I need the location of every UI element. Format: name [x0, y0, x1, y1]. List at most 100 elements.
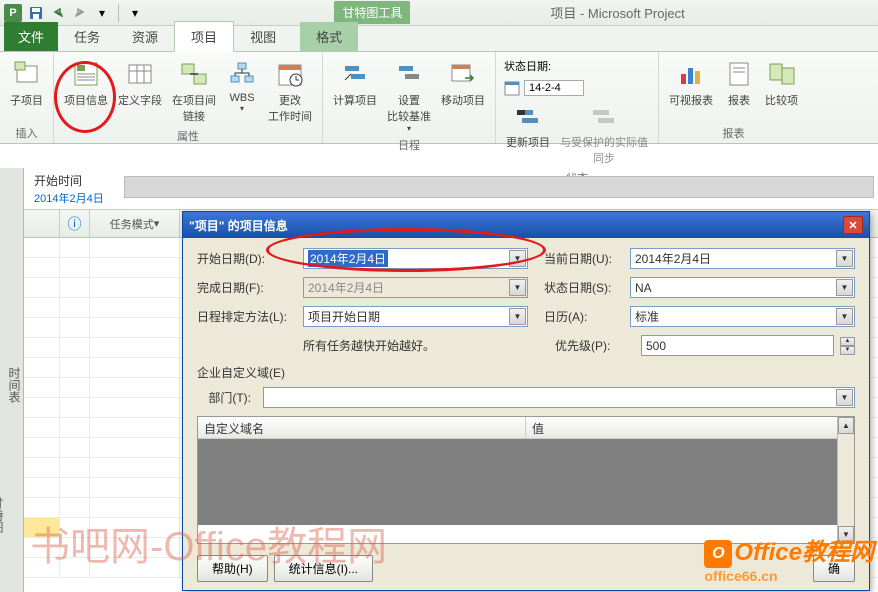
- move-icon: [447, 58, 479, 90]
- schedule-from-label: 日程排定方法(L):: [197, 308, 297, 325]
- group-status: 状态日期: 更新项目 与受保护的实际值 同步 状态: [496, 52, 659, 143]
- status-date-label: 状态日期:: [504, 58, 551, 74]
- watermark-text: 书吧网-Office教程网: [30, 514, 387, 572]
- finish-date-dropdown: 2014年2月4日▼: [303, 277, 528, 298]
- report-button[interactable]: 报表: [719, 56, 759, 110]
- status-date-field[interactable]: [524, 80, 584, 96]
- priority-label: 优先级(P):: [555, 337, 635, 354]
- scroll-up-icon[interactable]: ▲: [838, 417, 854, 434]
- watermark-icon: O: [704, 540, 732, 568]
- tab-project[interactable]: 项目: [174, 21, 234, 52]
- timeline-start-label: 开始时间: [34, 172, 82, 189]
- close-button[interactable]: ✕: [843, 216, 863, 234]
- chart-icon: [675, 58, 707, 90]
- dialog-titlebar[interactable]: "项目" 的项目信息 ✕: [183, 212, 869, 238]
- start-date-label: 开始日期(D):: [197, 250, 297, 267]
- sidebar-gantt-label: 甘特图: [0, 438, 6, 592]
- links-icon: [178, 58, 210, 90]
- dialog-title: "项目" 的项目信息: [189, 217, 288, 234]
- dropdown-arrow-icon[interactable]: ▼: [836, 279, 853, 296]
- links-button[interactable]: 在项目间 链接: [168, 56, 220, 126]
- status-date-dropdown[interactable]: NA▼: [630, 277, 855, 298]
- view-sidebar: 时间表 甘特图: [0, 168, 24, 592]
- dropdown-arrow-icon[interactable]: ▼: [836, 389, 853, 406]
- group-insert-label: 插入: [6, 123, 47, 143]
- compare-icon: [766, 58, 798, 90]
- group-insert: 子项目 插入: [0, 52, 54, 143]
- dept-dropdown[interactable]: ▼: [263, 387, 855, 408]
- qat-dropdown-icon[interactable]: ▾: [92, 3, 112, 23]
- dropdown-arrow-icon[interactable]: ▼: [836, 250, 853, 267]
- row-number-header: [24, 210, 60, 237]
- ribbon-tabs: 文件 任务 资源 项目 视图 格式: [0, 26, 878, 52]
- update-icon: [512, 100, 544, 132]
- group-schedule-label: 日程: [329, 135, 489, 155]
- subproject-button[interactable]: 子项目: [6, 56, 47, 110]
- calendar-small-icon: [504, 80, 520, 96]
- col-field-name: 自定义域名: [198, 417, 526, 438]
- dropdown-arrow-icon[interactable]: ▼: [836, 308, 853, 325]
- baseline-icon: [393, 58, 425, 90]
- dropdown-arrow-icon: ▼: [509, 279, 526, 296]
- watermark-logo: OOffice教程网 office66.cn: [704, 532, 874, 584]
- redo-icon[interactable]: [70, 3, 90, 23]
- quick-access-toolbar: ▾ ▾: [26, 3, 145, 23]
- table-scrollbar[interactable]: ▲ ▼: [837, 417, 854, 543]
- tab-format[interactable]: 格式: [300, 22, 358, 51]
- sidebar-timeline-label: 时间表: [6, 178, 23, 592]
- baseline-button[interactable]: 设置 比较基准▾: [383, 56, 435, 135]
- tab-task[interactable]: 任务: [58, 22, 116, 51]
- app-icon: P: [4, 4, 22, 22]
- calendar-label: 日历(A):: [544, 308, 624, 325]
- report-icon: [723, 58, 755, 90]
- col-value: 值: [526, 417, 854, 438]
- contextual-tab-label: 甘特图工具: [334, 1, 410, 24]
- subproject-icon: [11, 58, 43, 90]
- project-info-icon: [70, 58, 102, 90]
- group-reports-label: 报表: [665, 123, 802, 143]
- timeline-panel: 开始时间 2014年2月4日: [24, 168, 878, 210]
- schedule-from-dropdown[interactable]: 项目开始日期▼: [303, 306, 528, 327]
- current-date-label: 当前日期(U):: [544, 250, 624, 267]
- undo-icon[interactable]: [48, 3, 68, 23]
- enterprise-section-label: 企业自定义域(E): [197, 364, 855, 381]
- finish-date-label: 完成日期(F):: [197, 279, 297, 296]
- timeline-start-date: 2014年2月4日: [34, 190, 104, 206]
- compare-button[interactable]: 比较项: [761, 56, 802, 110]
- group-reports: 可视报表 报表 比较项 报表: [659, 52, 808, 143]
- sync-button[interactable]: 与受保护的实际值 同步: [556, 98, 652, 168]
- qat-extra-icon[interactable]: ▾: [125, 3, 145, 23]
- schedule-hint: 所有任务越快开始越好。: [303, 337, 539, 354]
- save-icon[interactable]: [26, 3, 46, 23]
- move-project-button[interactable]: 移动项目: [437, 56, 489, 110]
- tab-resource[interactable]: 资源: [116, 22, 174, 51]
- group-properties: 项目信息 定义字段 在项目间 链接 WBS▾ 更改 工作时间 属性: [54, 52, 323, 143]
- wbs-button[interactable]: WBS▾: [222, 56, 262, 115]
- current-date-dropdown[interactable]: 2014年2月4日▼: [630, 248, 855, 269]
- calendar-icon: [274, 58, 306, 90]
- calc-project-button[interactable]: 计算项目: [329, 56, 381, 110]
- app-title: 项目 - Microsoft Project: [550, 3, 684, 22]
- sync-icon: [588, 100, 620, 132]
- priority-spinner[interactable]: 500: [641, 335, 834, 356]
- visual-report-button[interactable]: 可视报表: [665, 56, 717, 110]
- tab-view[interactable]: 视图: [234, 22, 292, 51]
- spinner-buttons[interactable]: ▲▼: [840, 337, 855, 355]
- timeline-bar[interactable]: [124, 176, 874, 198]
- dropdown-arrow-icon[interactable]: ▼: [509, 250, 526, 267]
- dept-label: 部门(T):: [197, 389, 257, 406]
- task-mode-header[interactable]: 任务模式 ▾: [90, 210, 180, 237]
- group-properties-label: 属性: [60, 126, 316, 146]
- project-info-button[interactable]: 项目信息: [60, 56, 112, 110]
- calendar-dropdown[interactable]: 标准▼: [630, 306, 855, 327]
- tab-file[interactable]: 文件: [4, 22, 58, 51]
- custom-fields-body[interactable]: [198, 439, 854, 525]
- change-time-button[interactable]: 更改 工作时间: [264, 56, 316, 126]
- ribbon: 子项目 插入 项目信息 定义字段 在项目间 链接 WBS▾: [0, 52, 878, 144]
- custom-fields-button[interactable]: 定义字段: [114, 56, 166, 110]
- update-project-button[interactable]: 更新项目: [502, 98, 554, 152]
- dropdown-arrow-icon[interactable]: ▼: [509, 308, 526, 325]
- info-header: ⓘ: [60, 210, 90, 237]
- wbs-icon: [226, 58, 258, 90]
- start-date-dropdown[interactable]: 2014年2月4日▼: [303, 248, 528, 269]
